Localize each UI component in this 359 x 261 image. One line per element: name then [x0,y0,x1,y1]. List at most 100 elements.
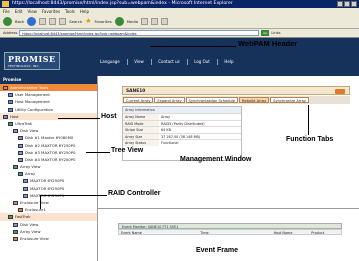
callout-function-tabs: Function Tabs [286,136,334,143]
nav-view[interactable]: View [132,58,146,65]
tree-header: Promise [0,76,97,84]
utility-icon [8,107,13,112]
tree-item-label: Host Management [15,99,50,105]
tree-item[interactable]: Enclosure1 [0,206,97,213]
nav-separator [150,59,152,65]
tree-item-label: Array [25,171,36,177]
info-value: 37 287.00 (38 148 MB) [161,134,201,139]
tree-item-label: MAXTOR 6Y250P0 [30,178,65,184]
tree-item-label: Disk View [20,128,39,134]
tree-item[interactable]: Disk View [0,221,97,228]
tree-item-label: Disk #1 Maxtor 6Y080M0 [25,135,74,141]
tree-item[interactable]: User Management [0,91,97,98]
event-column-header[interactable]: Product [309,230,341,235]
menu-item-file[interactable]: File [3,8,10,15]
tab-synchronization-schedule[interactable]: Synchronization Schedule [185,97,239,103]
close-icon[interactable] [351,1,357,7]
controller-icon [8,121,13,126]
tree-item[interactable]: Administrative Tools [0,84,97,92]
title-action-button[interactable] [335,88,345,94]
tab-current-array[interactable]: Current Array [123,97,154,103]
refresh-icon[interactable] [49,18,57,25]
tree-item-label: Administrative Tools [10,85,49,90]
tree-item[interactable]: MAXTOR 6Y250P0 [0,185,97,192]
menu-item-tools[interactable]: Tools [65,8,75,15]
browser-toolbar: Back Search ★ Favorites Media [0,15,359,29]
minimize-icon[interactable] [337,1,343,7]
forward-icon[interactable] [27,17,37,26]
tree-item[interactable]: Disk View [0,127,97,134]
tree-item[interactable]: Enclosure View [0,199,97,206]
nav-contact-us[interactable]: Contact us [156,58,181,65]
media-icon[interactable] [114,17,124,26]
mail-icon[interactable] [151,18,159,25]
go-button[interactable]: Go [261,30,270,36]
tree-item[interactable]: Disk #1 Maxtor 6Y080M0 [0,134,97,141]
tab-expand-array[interactable]: Expand Array [154,97,185,103]
nav-language[interactable]: Language [98,58,122,65]
tree-item-label: Disk #2 MAXTOR 6Y250P0 [25,142,76,148]
favorites-icon[interactable]: ★ [85,18,91,25]
logo-sub-text: TECHNOLOGY, INC. [8,64,40,68]
disk-icon [23,179,28,184]
tree-item[interactable]: MAXTOR 6Y250P0 [0,177,97,184]
media-label[interactable]: Media [127,19,138,24]
menu-item-edit[interactable]: Edit [15,8,23,15]
leader-tree-view [86,152,110,153]
tree-item[interactable]: Disk #3 MAXTOR 6Y250P0 [0,149,97,156]
search-label[interactable]: Search [69,19,82,24]
tree-item[interactable]: Array [0,170,97,177]
host-icon [3,114,8,119]
browser-title-bar: https://localhost:8443/promise/html/inde… [0,0,359,8]
info-key: Array Name [123,114,159,120]
users-icon [8,93,13,98]
tree-item[interactable]: Enclosure View [0,235,97,242]
info-value: Functional [161,141,179,145]
tree-item[interactable]: UltraTrak [0,120,97,127]
tree-item[interactable]: Array View [0,163,97,170]
tree-item-label: Enclosure View [20,235,49,241]
callout-webpam-header: WebPAM Header [238,39,298,48]
info-row: Array Status Functional [123,139,241,146]
stop-icon[interactable] [39,18,47,25]
print-icon[interactable] [161,18,169,25]
callout-host: Host [101,113,117,120]
tree-item[interactable]: Array View [0,228,97,235]
nav-log-out[interactable]: Log Out [192,58,212,65]
info-rows: Array Name Array RAID Mode RAID5 (Parity Di… [123,113,241,146]
event-columns: Event Name Time Host Name Product [118,229,342,235]
disk-icon [18,136,23,141]
function-tabs: Current Array Expand Array Synchronization… [122,96,350,104]
menu-item-view[interactable]: View [27,8,37,15]
home-icon[interactable] [59,18,67,25]
favorites-label[interactable]: Favorites [95,19,112,24]
maximize-icon[interactable] [344,1,350,7]
tree-item[interactable]: Disk #4 MAXTOR 6Y250P0 [0,156,97,163]
controller-icon [8,215,13,220]
nav-help[interactable]: Help [222,58,235,65]
callout-tree-view: Tree View [111,147,144,154]
tree-item-label: Enclosure View [20,200,49,205]
back-label[interactable]: Back [15,19,24,24]
history-icon[interactable] [141,18,149,25]
tree-item[interactable]: Utility Configuration [0,106,97,113]
browser-title: https://localhost:8443/promise/html/inde… [12,1,233,6]
event-column-header[interactable]: Time [198,230,271,235]
event-column-header[interactable]: Host Name [272,230,310,235]
menu-item-help[interactable]: Help [80,8,89,15]
enclosure-icon [13,201,18,205]
tree-item[interactable]: Host Management [0,98,97,105]
promise-logo: PROMISE TECHNOLOGY, INC. [4,52,60,70]
address-input[interactable]: https://localhost:8443/promise/html/inde… [19,30,260,36]
tree-item[interactable]: FastTrak [0,213,97,221]
tab-synchronize-array[interactable]: Synchronize Array [270,97,309,103]
tab-rebuild-array[interactable]: Rebuild Array [239,97,270,103]
info-key: Array Status [123,140,159,146]
event-column-header[interactable]: Event Name [119,230,198,235]
info-key: Array Size [123,133,159,139]
array-icon [13,165,18,170]
tree-item[interactable]: Disk #2 MAXTOR 6Y250P0 [0,142,97,149]
links-label[interactable]: Links [271,31,280,35]
menu-item-favorites[interactable]: Favorites [42,8,60,15]
back-icon[interactable] [3,17,12,26]
